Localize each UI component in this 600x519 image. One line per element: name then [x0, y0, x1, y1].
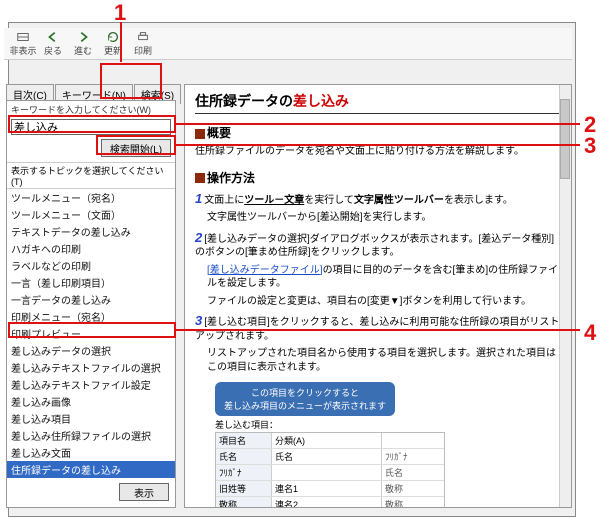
grid-cell: ﾌﾘｶﾞﾅ: [216, 465, 272, 480]
keyword-input[interactable]: [11, 119, 171, 135]
topic-select-label: 表示するトピックを選択してください(T): [7, 162, 175, 188]
grid-row[interactable]: 旧姓等連名1敬称: [216, 481, 444, 497]
topic-item[interactable]: ツールメニュー（文面）: [7, 206, 175, 223]
topic-item[interactable]: 差し込み文面: [7, 444, 175, 461]
grid-cell: 分類(A): [272, 433, 382, 448]
merge-fields-grid[interactable]: 項目名分類(A)氏名氏名ﾌﾘｶﾞﾅﾌﾘｶﾞﾅ氏名旧姓等連名1敬称敬称連名2敬称連…: [215, 432, 445, 508]
overview-heading: 概要: [195, 124, 561, 141]
topic-item[interactable]: 印刷メニュー（宛名）: [7, 308, 175, 325]
grid-cell: 敬称: [382, 481, 442, 496]
topic-item[interactable]: 差し込みテキストファイル設定: [7, 376, 175, 393]
help-content: 住所録データの差し込み 概要 住所録ファイルのデータを宛名や文面上に貼り付ける方…: [184, 84, 572, 508]
step-2a: 2[差し込みデータの選択]ダイアログボックスが表示されます。[差込データ種別]の…: [195, 229, 561, 260]
step-3a: 3[差し込む項目]をクリックすると、差し込みに利用可能な住所録の項目がリストアッ…: [195, 312, 561, 343]
step-1b: 文字属性ツールバーから[差込開始]を実行します。: [207, 211, 561, 225]
method-heading: 操作方法: [195, 169, 561, 186]
print-button[interactable]: 印刷: [128, 30, 158, 57]
topic-item[interactable]: ラベルなどの印刷: [7, 257, 175, 274]
grid-cell: 連名1: [272, 481, 382, 496]
print-label: 印刷: [134, 44, 152, 57]
step-3b: リストアップされた項目名から使用する項目を選択します。選択された項目はこの項目に…: [207, 347, 561, 374]
callout-4: 4: [584, 320, 596, 346]
title-highlight: 差し込み: [293, 93, 349, 109]
grid-cell: 旧姓等: [216, 481, 272, 496]
topic-item[interactable]: 一言（差し印刷項目）: [7, 274, 175, 291]
step-1: 1文面上にツール－文章を実行して文字属性ツールバーを表示します。: [195, 190, 561, 208]
scroll-thumb[interactable]: [560, 99, 570, 179]
topic-item[interactable]: 差し込み住所録ファイルの選択: [7, 427, 175, 444]
page-title: 住所録データの差し込み: [195, 91, 561, 114]
keyword-label: キーワードを入力してください(W): [7, 101, 175, 118]
back-button[interactable]: 戻る: [38, 30, 68, 57]
callout-1: 1: [114, 0, 126, 26]
grid-cell: 氏名: [382, 465, 442, 480]
hide-label: 非表示: [9, 44, 36, 57]
help-toolbar: 非表示 戻る 進む 更新 印刷: [4, 28, 572, 60]
topic-item[interactable]: 印刷プレビュー: [7, 325, 175, 342]
topic-item[interactable]: 差し込み画像: [7, 393, 175, 410]
forward-button[interactable]: 進む: [68, 30, 98, 57]
hint-bubble: この項目をクリックすると差し込み項目のメニューが表示されます: [215, 382, 395, 416]
grid-cell: ﾌﾘｶﾞﾅ: [382, 449, 442, 464]
topic-item[interactable]: 一言データの差し込み: [7, 291, 175, 308]
step-2c: ファイルの設定と変更は、項目右の[変更▼]ボタンを利用して行います。: [207, 295, 561, 309]
grid-cell: 連名2: [272, 497, 382, 508]
topic-item[interactable]: 範囲(印刷): [7, 478, 175, 479]
topic-item[interactable]: 差し込みテキストファイルの選択: [7, 359, 175, 376]
grid-row[interactable]: 敬称連名2敬称: [216, 497, 444, 508]
forward-label: 進む: [74, 44, 92, 57]
grid-caption: 差し込む項目：: [215, 418, 561, 431]
search-pane: キーワードを入力してください(W) 検索開始(L) 表示するトピックを選択してく…: [6, 100, 176, 508]
merge-file-link[interactable]: [差し込みデータファイル]: [207, 265, 323, 276]
search-start-button[interactable]: 検索開始(L): [101, 139, 171, 157]
grid-cell: 氏名: [216, 449, 272, 464]
callout-3: 3: [584, 133, 596, 159]
topic-list[interactable]: ツールメニュー（宛名）ツールメニュー（文面）テキストデータの差し込みハガキへの印…: [7, 188, 175, 479]
grid-cell: [382, 433, 442, 448]
display-button[interactable]: 表示: [119, 483, 169, 501]
topic-item[interactable]: 差し込み項目: [7, 410, 175, 427]
grid-row[interactable]: 項目名分類(A): [216, 433, 444, 449]
title-pre: 住所録データの: [195, 93, 293, 109]
grid-cell: [272, 465, 382, 480]
topic-item[interactable]: 住所録データの差し込み: [7, 461, 175, 478]
topic-item[interactable]: テキストデータの差し込み: [7, 223, 175, 240]
grid-row[interactable]: 氏名氏名ﾌﾘｶﾞﾅ: [216, 449, 444, 465]
overview-text: 住所録ファイルのデータを宛名や文面上に貼り付ける方法を解説します。: [195, 145, 561, 159]
grid-cell: 氏名: [272, 449, 382, 464]
topic-item[interactable]: ツールメニュー（宛名）: [7, 189, 175, 206]
back-label: 戻る: [44, 44, 62, 57]
grid-row[interactable]: ﾌﾘｶﾞﾅ 氏名: [216, 465, 444, 481]
refresh-button[interactable]: 更新: [98, 30, 128, 57]
grid-cell: 項目名: [216, 433, 272, 448]
topic-item[interactable]: ハガキへの印刷: [7, 240, 175, 257]
grid-cell: 敬称: [216, 497, 272, 508]
grid-cell: 敬称: [382, 497, 442, 508]
hide-button[interactable]: 非表示: [8, 30, 38, 57]
step-2b: [差し込みデータファイル]の項目に目的のデータを含む[筆まめ]の住所録ファイルを…: [207, 264, 561, 291]
content-scrollbar[interactable]: [559, 85, 571, 507]
topic-item[interactable]: 差し込みデータの選択: [7, 342, 175, 359]
